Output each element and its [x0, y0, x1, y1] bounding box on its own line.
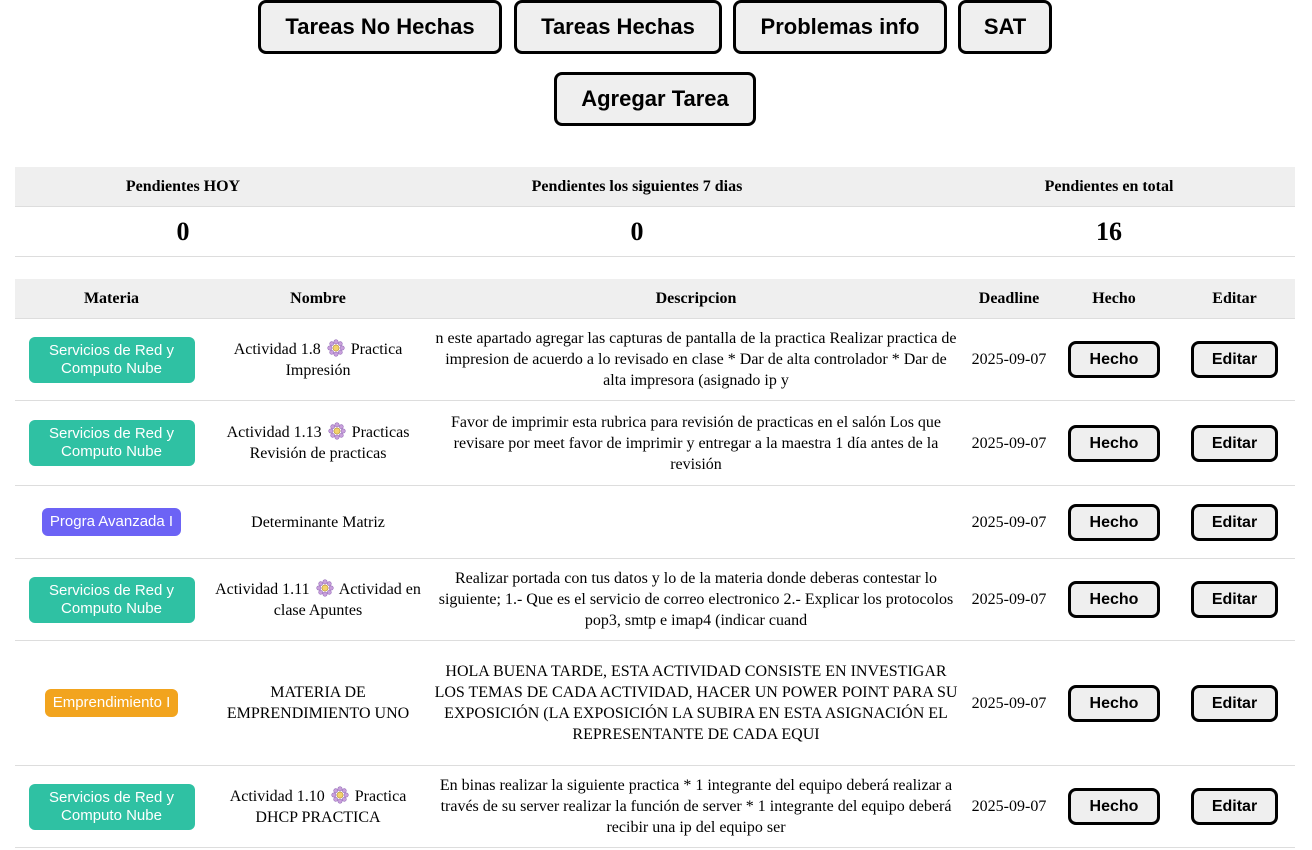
task-name: Actividad 1.10 Practica DHCP PRACTICA — [208, 765, 428, 848]
task-name: Actividad 1.11 Actividad en clase Apunte… — [208, 558, 428, 641]
summary-table: Pendientes HOY Pendientes los siguientes… — [15, 167, 1295, 257]
task-name: Determinante Matriz — [208, 485, 428, 559]
summary-header-7-dias: Pendientes los siguientes 7 dias — [351, 167, 923, 207]
gear-flower-icon — [316, 578, 334, 597]
header-editar: Editar — [1174, 279, 1295, 319]
task-description — [428, 485, 964, 559]
hecho-button[interactable]: Hecho — [1068, 503, 1160, 541]
editar-button[interactable]: Editar — [1191, 788, 1278, 825]
table-row: Progra Avanzada I Determinante Matriz 20… — [15, 485, 1295, 559]
editar-button[interactable]: Editar — [1191, 341, 1278, 378]
hecho-button[interactable]: Hecho — [1068, 424, 1160, 462]
summary-header-hoy: Pendientes HOY — [15, 167, 351, 207]
sat-button[interactable]: SAT — [958, 0, 1052, 54]
header-materia: Materia — [15, 279, 208, 319]
task-name-text: MATERIA DE EMPRENDIMIENTO UNO — [226, 684, 410, 722]
materia-badge: Emprendimiento I — [44, 689, 179, 717]
editar-button[interactable]: Editar — [1191, 684, 1278, 722]
task-name-text: Actividad 1.13 — [226, 424, 322, 441]
hecho-button[interactable]: Hecho — [1068, 341, 1160, 378]
task-deadline: 2025-09-07 — [964, 558, 1054, 641]
task-deadline: 2025-09-07 — [964, 765, 1054, 848]
summary-header-total: Pendientes en total — [923, 167, 1295, 207]
header-hecho: Hecho — [1054, 279, 1174, 319]
task-deadline: 2025-09-07 — [964, 485, 1054, 559]
editar-button[interactable]: Editar — [1191, 581, 1278, 618]
table-row: Emprendimiento I MATERIA DE EMPRENDIMIEN… — [15, 640, 1295, 766]
task-name-text: Actividad 1.8 — [233, 340, 321, 358]
table-row: Servicios de Red y Computo Nube Activida… — [15, 765, 1295, 848]
table-row: Servicios de Red y Computo Nube Activida… — [15, 318, 1295, 401]
materia-badge: Progra Avanzada I — [41, 508, 182, 536]
agregar-tarea-button[interactable]: Agregar Tarea — [554, 72, 756, 126]
header-descripcion: Descripcion — [428, 279, 964, 319]
tareas-hechas-button[interactable]: Tareas Hechas — [514, 0, 722, 54]
task-name: MATERIA DE EMPRENDIMIENTO UNO — [208, 640, 428, 766]
task-description: Favor de imprimir esta rubrica para revi… — [428, 400, 964, 486]
hecho-button[interactable]: Hecho — [1068, 788, 1160, 825]
problemas-info-button[interactable]: Problemas info — [733, 0, 947, 54]
editar-button[interactable]: Editar — [1191, 424, 1278, 462]
task-name-text: Actividad 1.11 — [215, 580, 310, 598]
task-deadline: 2025-09-07 — [964, 400, 1054, 486]
task-deadline: 2025-09-07 — [964, 640, 1054, 766]
task-name: Actividad 1.13 Practicas Revisión de pra… — [208, 400, 428, 486]
task-description: Realizar portada con tus datos y lo de l… — [428, 558, 964, 641]
tareas-no-hechas-button[interactable]: Tareas No Hechas — [258, 0, 502, 54]
tasks-body: Servicios de Red y Computo Nube Activida… — [15, 318, 1295, 848]
summary-value-total: 16 — [923, 206, 1295, 257]
header-deadline: Deadline — [964, 279, 1054, 319]
gear-flower-icon — [331, 785, 349, 804]
materia-badge: Servicios de Red y Computo Nube — [28, 576, 195, 623]
header-nombre: Nombre — [208, 279, 428, 319]
task-name-text: Determinante Matriz — [251, 513, 385, 531]
editar-button[interactable]: Editar — [1191, 503, 1278, 541]
task-description: En binas realizar la siguiente practica … — [428, 765, 964, 848]
summary-value-hoy: 0 — [15, 206, 351, 257]
task-deadline: 2025-09-07 — [964, 318, 1054, 401]
gear-flower-icon — [327, 338, 345, 357]
table-row: Servicios de Red y Computo Nube Activida… — [15, 558, 1295, 641]
summary-value-7-dias: 0 — [351, 206, 923, 257]
materia-badge: Servicios de Red y Computo Nube — [28, 783, 195, 830]
hecho-button[interactable]: Hecho — [1068, 581, 1160, 618]
task-name-text: Actividad 1.10 — [229, 787, 325, 805]
task-description: HOLA BUENA TARDE, ESTA ACTIVIDAD CONSIST… — [428, 640, 964, 766]
materia-badge: Servicios de Red y Computo Nube — [28, 420, 195, 466]
task-name: Actividad 1.8 Practica Impresión — [208, 318, 428, 401]
tasks-table: Materia Nombre Descripcion Deadline Hech… — [15, 279, 1295, 848]
task-description: n este apartado agregar las capturas de … — [428, 318, 964, 401]
gear-flower-icon — [328, 422, 346, 440]
table-row: Servicios de Red y Computo Nube Activida… — [15, 400, 1295, 486]
hecho-button[interactable]: Hecho — [1068, 684, 1160, 722]
materia-badge: Servicios de Red y Computo Nube — [28, 336, 195, 383]
